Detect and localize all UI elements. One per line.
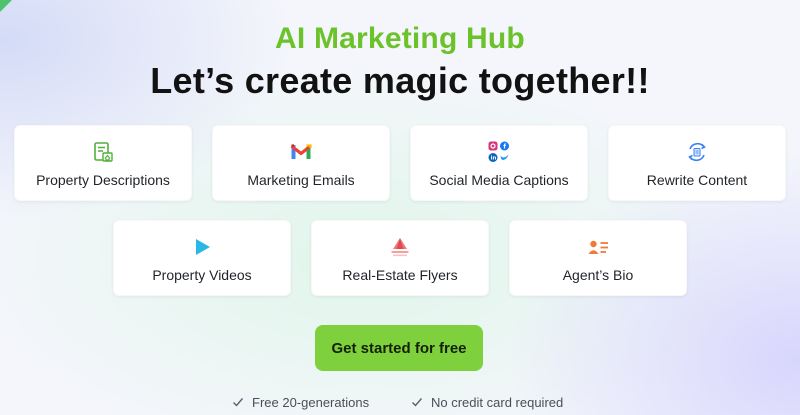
feature-card-rewrite-content[interactable]: Rewrite Content bbox=[608, 125, 786, 201]
flyer-icon bbox=[388, 235, 412, 259]
perk-label: Free 20-generations bbox=[252, 394, 370, 410]
feature-card-property-descriptions[interactable]: Property Descriptions bbox=[14, 125, 192, 201]
page-headline: Let’s create magic together!! bbox=[150, 60, 650, 101]
perk-label: No credit card required bbox=[431, 394, 564, 410]
document-home-icon bbox=[91, 140, 115, 164]
svg-text:in: in bbox=[491, 156, 497, 162]
social-media-icons: f in bbox=[487, 140, 511, 164]
checkmark-icon bbox=[411, 396, 423, 408]
get-started-button[interactable]: Get started for free bbox=[315, 325, 483, 371]
corner-ribbon bbox=[0, 0, 12, 12]
rewrite-cycle-icon bbox=[685, 140, 709, 164]
feature-card-label: Marketing Emails bbox=[247, 172, 355, 188]
feature-card-label: Real-Estate Flyers bbox=[342, 267, 458, 283]
feature-card-label: Rewrite Content bbox=[646, 172, 748, 188]
page-eyebrow-title: AI Marketing Hub bbox=[275, 22, 525, 55]
svg-text:f: f bbox=[503, 143, 506, 151]
checkmark-icon bbox=[232, 396, 244, 408]
feature-card-social-media-captions[interactable]: f in Social Media Captions bbox=[410, 125, 588, 201]
perk-no-credit-card: No credit card required bbox=[411, 393, 563, 411]
feature-card-real-estate-flyers[interactable]: Real-Estate Flyers bbox=[311, 220, 489, 296]
feature-card-marketing-emails[interactable]: Marketing Emails bbox=[212, 125, 390, 201]
feature-card-label: Social Media Captions bbox=[429, 172, 569, 188]
feature-card-label: Property Descriptions bbox=[36, 172, 170, 188]
play-icon bbox=[190, 235, 214, 259]
gmail-icon bbox=[289, 140, 313, 164]
id-card-icon bbox=[586, 235, 610, 259]
feature-card-agents-bio[interactable]: Agent’s Bio bbox=[509, 220, 687, 296]
feature-card-label: Property Videos bbox=[152, 267, 252, 283]
feature-card-property-videos[interactable]: Property Videos bbox=[113, 220, 291, 296]
feature-card-label: Agent’s Bio bbox=[562, 267, 634, 283]
perk-free-generations: Free 20-generations bbox=[232, 393, 369, 411]
